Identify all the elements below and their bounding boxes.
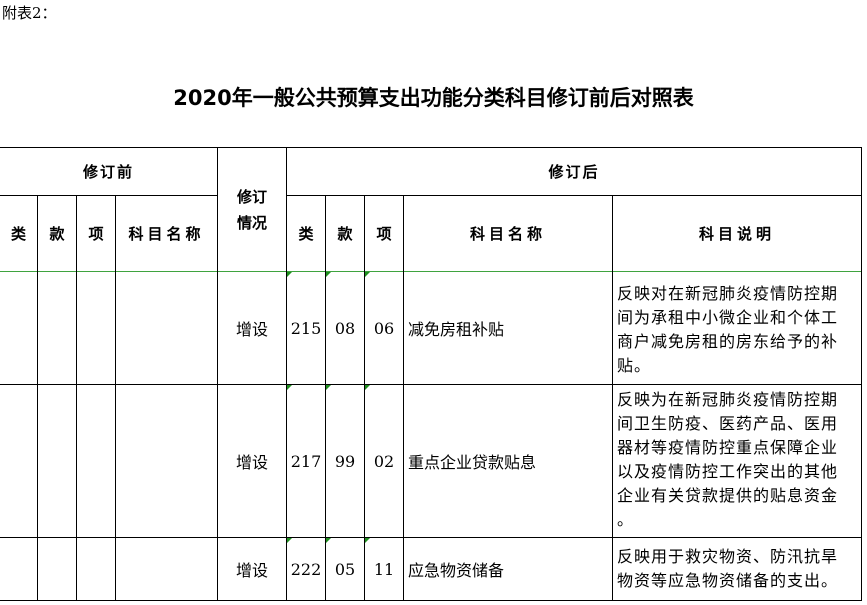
- row-1-name: 减免房租补贴: [408, 320, 505, 339]
- row-3-description: 反映用于救灾物资、防汛抗旱 物资等应急物资储备的支出。: [613, 545, 861, 593]
- header-col-lei-after: 类: [298, 225, 314, 243]
- desc-line: 间卫生防疫、医药产品、医用: [617, 414, 839, 433]
- header-col-kuan-after: 款: [337, 225, 353, 243]
- table-bottom-border: [0, 600, 862, 601]
- row-3-status: 增设: [235, 561, 268, 580]
- header-after: 修订后: [548, 163, 600, 181]
- header-status: 修订情况: [236, 188, 267, 232]
- row-1-lei: 215: [290, 318, 322, 338]
- row-2-xiang: 02: [373, 451, 395, 471]
- page-title: 2020年一般公共预算支出功能分类科目修订前后对照表: [173, 86, 694, 110]
- desc-line: 商户减免房租的房东给予的补: [617, 332, 839, 351]
- header-col-name-after: 科目名称: [469, 225, 546, 243]
- table-caption: 附表2：: [2, 4, 57, 22]
- desc-line: 反映用于救灾物资、防汛抗旱: [617, 547, 839, 566]
- desc-line: 反映对在新冠肺炎疫情防控期: [617, 284, 839, 303]
- desc-line: 物资等应急物资储备的支出。: [617, 571, 839, 590]
- header-col-xiang-before: 项: [88, 225, 104, 243]
- row-2-kuan: 99: [334, 451, 356, 471]
- header-col-lei-before: 类: [10, 225, 26, 243]
- row-3-name: 应急物资储备: [408, 561, 505, 580]
- row-3-kuan: 05: [334, 559, 356, 579]
- table-right-border: [861, 147, 862, 601]
- header-col-xiang-after: 项: [376, 225, 392, 243]
- row-2-lei: 217: [290, 451, 322, 471]
- desc-line: 间为承租中小微企业和个体工: [617, 308, 839, 327]
- row-1-description: 反映对在新冠肺炎疫情防控期 间为承租中小微企业和个体工 商户减免房租的房东给予的…: [613, 282, 861, 378]
- row-2-name: 重点企业贷款贴息: [408, 453, 537, 472]
- header-before: 修订前: [82, 163, 134, 181]
- desc-line: 以及疫情防控工作突出的其他: [617, 462, 839, 481]
- desc-line: 企业有关贷款提供的贴息资金: [617, 486, 839, 505]
- row-2-status: 增设: [235, 453, 268, 472]
- row-2-description: 反映为在新冠肺炎疫情防控期 间卫生防疫、医药产品、医用 器材等疫情防控重点保障企…: [613, 388, 861, 532]
- row-3-lei: 222: [290, 559, 322, 579]
- desc-line: 反映为在新冠肺炎疫情防控期: [617, 390, 839, 409]
- row-3-xiang: 11: [373, 559, 395, 579]
- header-col-name-before: 科目名称: [128, 225, 205, 243]
- row-1-status: 增设: [235, 320, 268, 339]
- row-1-kuan: 08: [334, 318, 356, 338]
- header-col-kuan-before: 款: [49, 225, 65, 243]
- header-col-desc-after: 科目说明: [698, 225, 775, 243]
- desc-line: 。: [617, 510, 635, 529]
- row-1-xiang: 06: [373, 318, 395, 338]
- desc-line: 器材等疫情防控重点保障企业: [617, 438, 839, 457]
- desc-line: 贴。: [617, 356, 652, 375]
